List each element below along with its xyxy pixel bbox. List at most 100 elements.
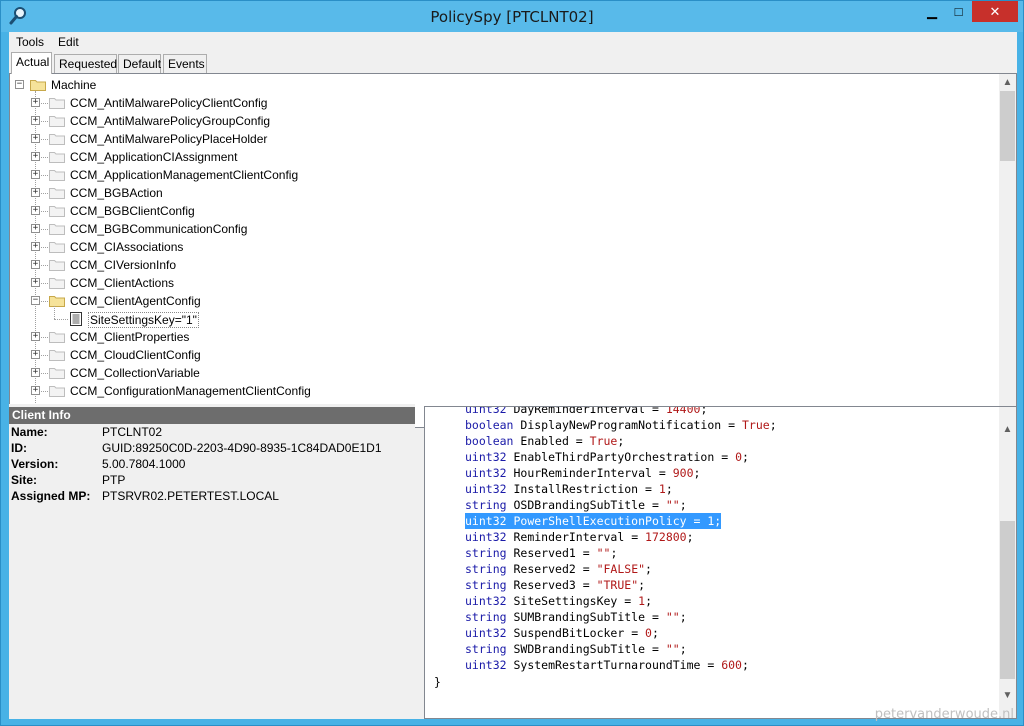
code-line[interactable]: uint32 SuspendBitLocker = 0;	[465, 625, 659, 641]
tree-scrollbar[interactable]: ▲ ▼	[999, 74, 1016, 427]
tree-node-class[interactable]: + CCM_BGBAction	[10, 184, 990, 202]
expand-icon[interactable]: +	[31, 242, 40, 251]
code-line-selected[interactable]: uint32 PowerShellExecutionPolicy = 1;	[465, 513, 722, 529]
detail-scrollbar[interactable]: ▲ ▼	[999, 407, 1016, 718]
folder-icon	[49, 152, 65, 163]
tree-node-label: CCM_ClientProperties	[70, 330, 190, 344]
code-line[interactable]: uint32 InstallRestriction = 1;	[465, 481, 673, 497]
info-value: GUID:89250C0D-2203-4D90-8935-1C84DAD0E1D…	[102, 441, 382, 455]
scroll-up-icon[interactable]: ▲	[999, 421, 1016, 438]
property-name: ReminderInterval	[513, 530, 625, 544]
tree-node-class[interactable]: + CCM_CloudClientConfig	[10, 346, 990, 364]
code-line[interactable]: string SWDBrandingSubTitle = "";	[465, 641, 687, 657]
code-line[interactable]: uint32 HourReminderInterval = 900;	[465, 465, 700, 481]
tree-node-class[interactable]: + CCM_ClientActions	[10, 274, 990, 292]
collapse-icon[interactable]: −	[15, 80, 24, 89]
expand-icon[interactable]: +	[31, 224, 40, 233]
property-name: SuspendBitLocker	[513, 626, 625, 640]
expand-icon[interactable]: +	[31, 116, 40, 125]
tree-node-class[interactable]: + CCM_CollectionVariable	[10, 364, 990, 382]
tree-node-label: CCM_BGBCommunicationConfig	[70, 222, 248, 236]
property-type: uint32	[465, 658, 507, 672]
minimize-icon: ▁	[927, 3, 937, 19]
expand-icon[interactable]: +	[31, 188, 40, 197]
tree-node-class[interactable]: + CCM_ConfigurationManagementClientConfig	[10, 382, 990, 400]
code-line[interactable]: string SUMBrandingSubTitle = "";	[465, 609, 687, 625]
folder-icon	[49, 386, 65, 397]
minimize-button[interactable]: ▁	[919, 1, 945, 22]
folder-icon	[49, 350, 65, 361]
tab-default[interactable]: Default	[118, 54, 161, 73]
code-line[interactable]: string Reserved1 = "";	[465, 545, 617, 561]
property-value: ""	[596, 546, 611, 560]
tab-actual[interactable]: Actual	[11, 52, 52, 74]
tree-node-label: CCM_ApplicationManagementClientConfig	[70, 168, 299, 182]
code-line[interactable]: uint32 ReminderInterval = 172800;	[465, 529, 694, 545]
code-line[interactable]: uint32 SiteSettingsKey = 1;	[465, 593, 652, 609]
menu-edit[interactable]: Edit	[51, 35, 86, 49]
tree-node-class[interactable]: + CCM_BGBClientConfig	[10, 202, 990, 220]
expand-icon[interactable]: +	[31, 152, 40, 161]
folder-icon	[49, 224, 65, 235]
tree-node-class[interactable]: + CCM_BGBCommunicationConfig	[10, 220, 990, 238]
maximize-button[interactable]: □	[945, 1, 972, 22]
code-line[interactable]: boolean DisplayNewProgramNotification = …	[465, 417, 777, 433]
expand-icon[interactable]: +	[31, 134, 40, 143]
expand-icon[interactable]: +	[31, 278, 40, 287]
code-line[interactable]: string OSDBrandingSubTitle = "";	[465, 497, 687, 513]
expand-icon[interactable]: +	[31, 386, 40, 395]
property-value: 600	[721, 658, 742, 672]
code-line[interactable]: string Reserved2 = "FALSE";	[465, 561, 652, 577]
property-name: SiteSettingsKey	[513, 594, 618, 608]
tree-node-machine[interactable]: − Machine	[10, 76, 990, 94]
expand-icon[interactable]: +	[31, 170, 40, 179]
code-line[interactable]: uint32 DayReminderInterval = 14400;	[465, 407, 707, 417]
code-line[interactable]: string Reserved3 = "TRUE";	[465, 577, 645, 593]
collapse-icon[interactable]: −	[31, 296, 40, 305]
code-line[interactable]: boolean Enabled = True;	[465, 433, 624, 449]
tree-node-class[interactable]: + CCM_AntiMalwarePolicyGroupConfig	[10, 112, 990, 130]
tree-node-label: CCM_AntiMalwarePolicyClientConfig	[70, 96, 268, 110]
property-type: uint32	[465, 530, 507, 544]
tree-node-instance[interactable]: SiteSettingsKey="1"	[10, 306, 990, 328]
title-bar[interactable]: PolicySpy [PTCLNT02] ▁ □ ✕	[1, 1, 1023, 32]
expand-icon[interactable]: +	[31, 260, 40, 269]
scroll-thumb[interactable]	[1000, 91, 1015, 161]
tree-node-class[interactable]: + CCM_AntiMalwarePolicyPlaceHolder	[10, 130, 990, 148]
tree-node-class[interactable]: + CCM_ClientProperties	[10, 328, 990, 346]
code-line[interactable]: uint32 EnableThirdPartyOrchestration = 0…	[465, 449, 749, 465]
expand-icon[interactable]: +	[31, 98, 40, 107]
scroll-thumb[interactable]	[1000, 521, 1015, 679]
tree-node-class[interactable]: + CCM_AntiMalwarePolicyClientConfig	[10, 94, 990, 112]
window-title: PolicySpy [PTCLNT02]	[430, 8, 594, 26]
tree-node-class[interactable]: + CCM_CIVersionInfo	[10, 256, 990, 274]
property-name: SWDBrandingSubTitle	[513, 642, 646, 656]
expand-icon[interactable]: +	[31, 206, 40, 215]
tree-node-class[interactable]: + CCM_ApplicationManagementClientConfig	[10, 166, 990, 184]
tree-connector	[54, 319, 68, 320]
tab-events[interactable]: Events	[163, 54, 207, 73]
code-line[interactable]: uint32 SystemRestartTurnaroundTime = 600…	[465, 657, 749, 673]
policy-detail-view[interactable]: ▲ ▼ uint32 DayReminderInterval = 14400; b…	[424, 406, 1017, 719]
property-value: ""	[665, 642, 680, 656]
expand-icon[interactable]: +	[31, 332, 40, 341]
document-icon	[70, 312, 82, 326]
close-button[interactable]: ✕	[972, 1, 1018, 22]
scroll-down-icon[interactable]: ▼	[999, 687, 1016, 704]
policy-tree[interactable]: ▲ ▼ − Machine + CCM_AntiMalwarePolicyClient…	[9, 73, 1017, 428]
property-value: 1	[658, 482, 666, 496]
expand-icon[interactable]: +	[31, 368, 40, 377]
menu-tools[interactable]: Tools	[9, 35, 51, 49]
tab-requested[interactable]: Requested	[54, 54, 117, 73]
property-value: ""	[665, 610, 680, 624]
scroll-up-icon[interactable]: ▲	[999, 74, 1016, 91]
property-type: uint32	[465, 450, 507, 464]
folder-icon	[49, 332, 65, 343]
tree-node-class[interactable]: − CCM_ClientAgentConfig	[10, 292, 990, 310]
tree-node-class[interactable]: + CCM_ApplicationCIAssignment	[10, 148, 990, 166]
expand-icon[interactable]: +	[31, 350, 40, 359]
info-value: PTCLNT02	[102, 425, 163, 439]
closing-brace: }	[434, 675, 441, 689]
tree-node-class[interactable]: + CCM_CIAssociations	[10, 238, 990, 256]
tree-node-label: SiteSettingsKey="1"	[88, 312, 199, 328]
